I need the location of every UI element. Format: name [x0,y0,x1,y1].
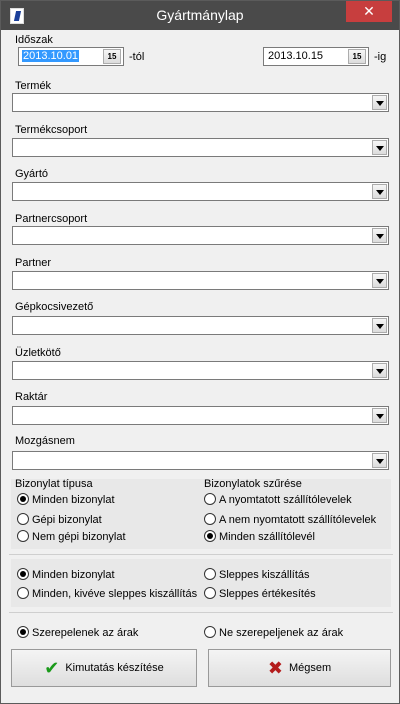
radio-doc-type-non-machine[interactable]: Nem gépi bizonylat [17,530,126,543]
combo-raktar[interactable] [12,406,389,425]
combo-mozgasnem[interactable] [12,451,389,470]
check-icon: ✔ [44,658,60,679]
radio-indicator [204,568,216,580]
combo-termek[interactable] [12,93,389,112]
date-to-field[interactable]: 2013.10.15 15 [263,47,369,66]
combo-gyarto[interactable] [12,182,389,201]
radio-indicator [17,530,29,542]
filter-label-partner: Partner [15,257,52,269]
chevron-down-icon[interactable] [372,273,387,288]
radio-label: Ne szerepeljenek az árak [219,627,344,639]
calendar-icon[interactable]: 15 [348,49,366,64]
chevron-down-icon[interactable] [372,184,387,199]
combo-partnercsoport[interactable] [12,226,389,245]
filter-label-partnercsoport: Partnercsoport [15,213,88,225]
chevron-down-icon[interactable] [372,140,387,155]
period-label: Időszak [15,34,53,46]
filter-label-gyarto: Gyártó [15,168,49,180]
radio-indicator [17,568,29,580]
filter-label-gepkocsivezeto: Gépkocsivezető [15,301,94,313]
radio-doc-filter-not-printed[interactable]: A nem nyomtatott szállítólevelek [204,513,376,526]
window: Gyártmánylap ✕ Időszak 2013.10.01 15 -tó… [0,0,400,704]
combo-gepkocsivezeto[interactable] [12,316,389,335]
divider [9,612,393,613]
cancel-label: Mégsem [288,662,332,674]
radio-label: Minden bizonylat [32,569,115,581]
radio-label: Sleppes értékesítés [219,588,316,600]
date-from-field[interactable]: 2013.10.01 15 [18,47,124,66]
filter-label-uzletkoto: Üzletkötő [15,347,61,359]
radio-indicator [17,493,29,505]
date-from-suffix: -tól [129,51,145,63]
radio-indicator [204,530,216,542]
radio-label: Szerepelenek az árak [32,627,139,639]
close-button[interactable]: ✕ [346,1,392,22]
filter-label-termek: Termék [15,80,52,92]
radio-label: A nyomtatott szállítólevelek [219,494,352,506]
radio-label: Minden, kivéve sleppes kiszállítás [32,588,198,600]
radio-label: Minden bizonylat [32,494,115,506]
chevron-down-icon[interactable] [372,408,387,423]
doc-filter-label: Bizonylatok szűrése [204,478,302,490]
filter-label-raktar: Raktár [15,391,48,403]
radio-prices-hidden[interactable]: Ne szerepeljenek az árak [204,626,343,639]
radio-doc-type-machine[interactable]: Gépi bizonylat [17,513,102,526]
doc-type-label: Bizonylat típusa [15,478,93,490]
chevron-down-icon[interactable] [372,95,387,110]
radio-label: Gépi bizonylat [32,514,102,526]
radio-delivery-except-sleppes[interactable]: Minden, kivéve sleppes kiszállítás [17,587,197,600]
radio-doc-filter-all[interactable]: Minden szállítólevél [204,530,315,543]
radio-label: Sleppes kiszállítás [219,569,310,581]
radio-prices-shown[interactable]: Szerepelenek az árak [17,626,138,639]
chevron-down-icon[interactable] [372,453,387,468]
radio-label: Minden szállítólevél [219,531,315,543]
divider [9,554,393,555]
filter-label-mozgasnem: Mozgásnem [15,435,75,447]
title-bar[interactable]: Gyártmánylap ✕ [1,1,399,30]
chevron-down-icon[interactable] [372,228,387,243]
filter-label-termekcsoport: Termékcsoport [15,124,88,136]
date-to-suffix: -ig [374,51,387,63]
radio-delivery-all[interactable]: Minden bizonylat [17,568,115,581]
radio-indicator [17,626,29,638]
chevron-down-icon[interactable] [372,318,387,333]
radio-indicator [17,513,29,525]
radio-indicator [17,587,29,599]
radio-doc-type-all[interactable]: Minden bizonylat [17,493,115,506]
radio-delivery-sleppes-sales[interactable]: Sleppes értékesítés [204,587,316,600]
create-report-label: Kimutatás készítése [65,662,164,674]
radio-indicator [204,493,216,505]
create-report-button[interactable]: ✔ Kimutatás készítése [11,649,197,687]
radio-indicator [204,513,216,525]
radio-indicator [204,626,216,638]
combo-uzletkoto[interactable] [12,361,389,380]
chevron-down-icon[interactable] [372,363,387,378]
combo-partner[interactable] [12,271,389,290]
cancel-button[interactable]: ✖ Mégsem [208,649,391,687]
radio-doc-filter-printed[interactable]: A nyomtatott szállítólevelek [204,493,352,506]
radio-indicator [204,587,216,599]
radio-label: Nem gépi bizonylat [32,531,126,543]
radio-delivery-sleppes[interactable]: Sleppes kiszállítás [204,568,310,581]
date-from-value: 2013.10.01 [22,50,80,62]
radio-label: A nem nyomtatott szállítólevelek [219,514,377,526]
x-icon: ✖ [267,658,283,679]
combo-termekcsoport[interactable] [12,138,389,157]
calendar-icon[interactable]: 15 [103,49,121,64]
window-title: Gyártmánylap [156,7,244,23]
date-to-value: 2013.10.15 [268,50,324,62]
